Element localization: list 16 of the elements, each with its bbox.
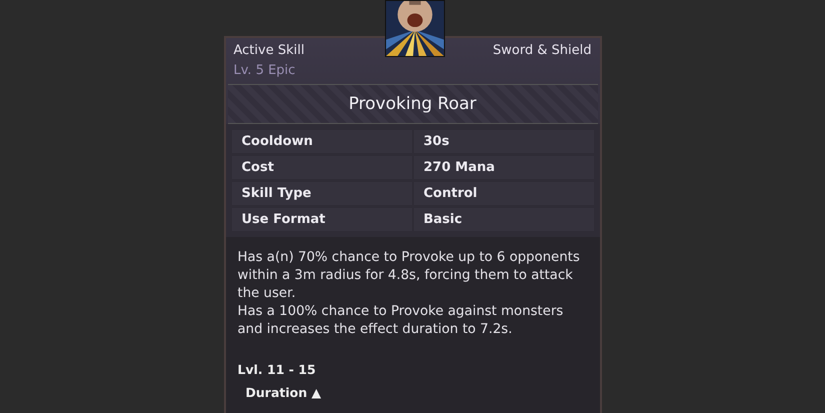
stat-label: Use Format — [232, 208, 412, 231]
upgrade-label: Duration ▲ — [246, 384, 322, 402]
stat-value: Control — [414, 182, 594, 205]
stat-value: 30s — [414, 130, 594, 153]
level-range: Lvl. 11 - 15 — [238, 361, 317, 379]
stat-label: Cost — [232, 156, 412, 179]
skill-name: Provoking Roar — [228, 84, 598, 124]
description-text: Has a 100% chance to Provoke against monsters and increases the effect duration to 7.2s. — [238, 303, 564, 339]
skill-category: Active Skill — [234, 43, 304, 58]
stat-label: Skill Type — [232, 182, 412, 205]
stat-value: 270 Mana — [414, 156, 594, 179]
stat-value: Basic — [414, 208, 594, 231]
stat-label: Cooldown — [232, 130, 412, 153]
weapon-type: Sword & Shield — [492, 43, 592, 58]
skill-level: Lv. 5 Epic — [234, 63, 296, 78]
description-text: Has a(n) 70% chance to Provoke up to 6 opponents within a 3m radius for 4.8s, forcing them to attack the user. — [238, 249, 581, 303]
